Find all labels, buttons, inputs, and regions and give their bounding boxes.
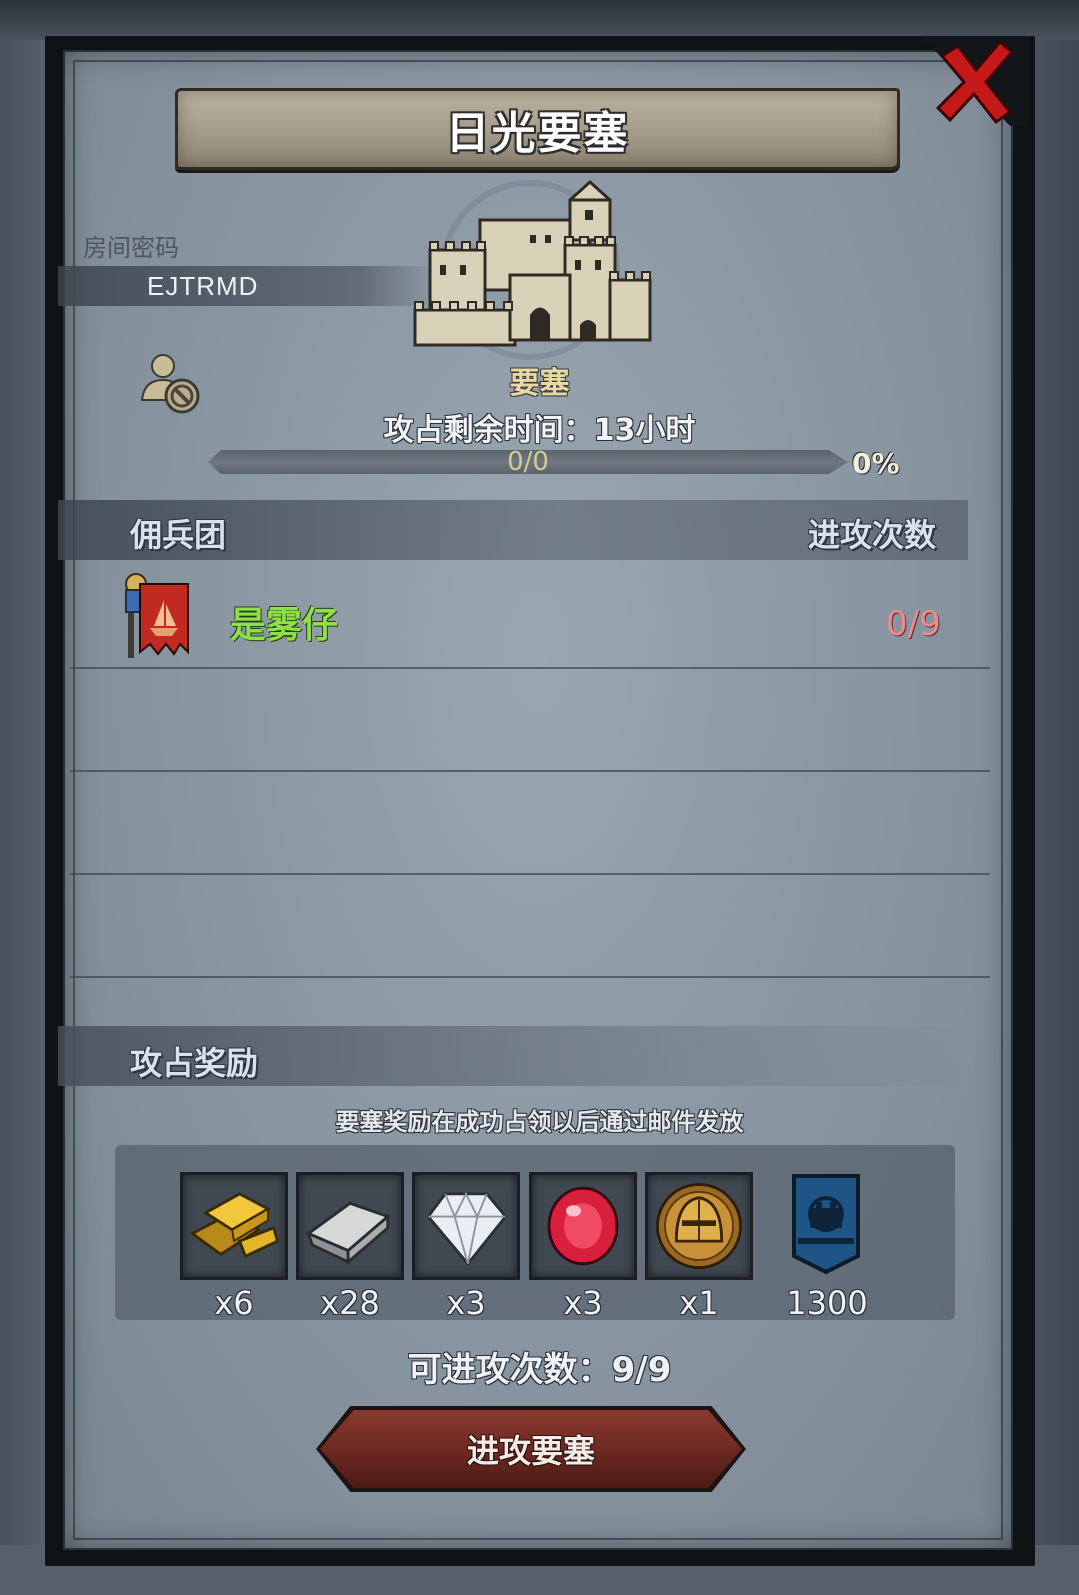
reward-slot-ruby[interactable] [529, 1172, 637, 1280]
castle-icon [410, 179, 655, 355]
knight-helmet-coin-icon [656, 1183, 742, 1269]
attack-fortress-button[interactable]: 进攻要塞 [320, 1410, 742, 1488]
close-icon [935, 39, 1015, 125]
reward-slot-knight-coin[interactable] [645, 1172, 753, 1280]
gold-bar-icon [189, 1192, 280, 1259]
background-left [0, 40, 45, 1560]
reward-count-ruby: x3 [563, 1284, 603, 1322]
silver-bar-icon [305, 1201, 391, 1265]
row-divider [70, 770, 990, 772]
title-banner: 日光要塞 [175, 88, 900, 170]
mercenary-header: 佣兵团 [130, 516, 227, 554]
background-top [0, 0, 1079, 40]
diamond-icon [426, 1191, 508, 1267]
close-button[interactable] [930, 36, 1020, 126]
row-divider [70, 667, 990, 669]
room-password-label: 房间密码 [83, 234, 179, 262]
reward-note: 要塞奖励在成功占领以后通过邮件发放 [335, 1108, 744, 1136]
page-title: 日光要塞 [445, 108, 630, 159]
guild-name[interactable]: 是雾仔 [230, 596, 338, 648]
reward-count-gold: x6 [214, 1284, 254, 1322]
row-divider [70, 976, 990, 978]
reward-header: 攻占奖励 [130, 1044, 259, 1082]
reward-count-silver: x28 [320, 1284, 380, 1322]
reward-slot-silver[interactable] [296, 1172, 404, 1280]
reward-count-knight-coin: x1 [679, 1284, 719, 1322]
capture-progress-text: 0/0 [507, 447, 549, 477]
capture-progress-percent: 0% [852, 447, 900, 480]
attacks-available: 可进攻次数：9/9 [407, 1350, 672, 1390]
reward-count-fortress-points: 1300 [786, 1284, 868, 1322]
attack-fortress-button-label: 进攻要塞 [466, 1432, 595, 1470]
reward-slot-gold[interactable] [180, 1172, 288, 1280]
guild-attack-count: 0/9 [886, 604, 941, 644]
remaining-time: 攻占剩余时间：13小时 [383, 413, 696, 448]
guild-flag-icon [120, 570, 195, 662]
fortress-banner-icon[interactable] [790, 1172, 862, 1276]
fortress-type-label: 要塞 [509, 366, 570, 401]
room-password-value: EJTRMD [147, 271, 259, 301]
reward-slot-diamond[interactable] [412, 1172, 520, 1280]
reward-count-diamond: x3 [446, 1284, 486, 1322]
attack-count-header: 进攻次数 [808, 516, 937, 554]
ruby-icon [547, 1186, 619, 1266]
row-divider [70, 873, 990, 875]
